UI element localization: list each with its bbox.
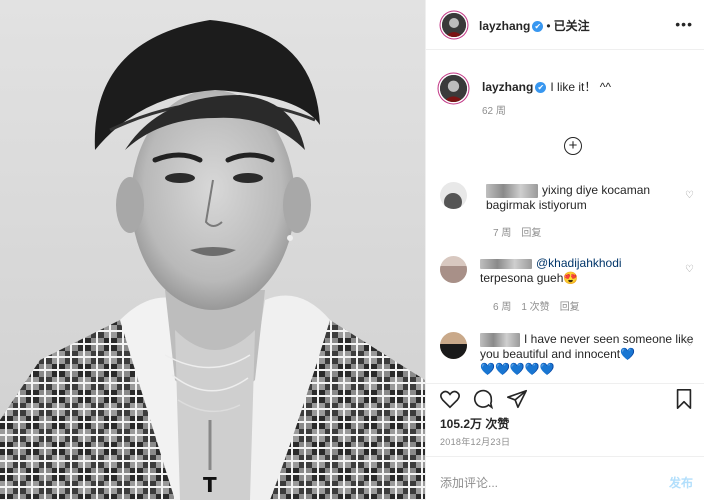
comment-text: I have never seen someone like you beaut… — [480, 332, 694, 376]
avatar-icon[interactable] — [442, 13, 466, 37]
more-options-icon[interactable]: ••• — [675, 16, 693, 32]
comment-icon[interactable] — [472, 388, 494, 410]
comment-text: yixing diye kocaman bagirmak istiyorum — [486, 183, 651, 212]
post-panel: layzhang ✔ • 已关注 ••• layzhang ✔ I like it！ ^^… — [425, 0, 704, 500]
caption-verified-icon: ✔ — [535, 82, 547, 94]
comment-like-heart-icon[interactable]: ♡ — [685, 338, 694, 349]
comment-text: @khadijahkhodi terpesona gueh😍 — [480, 256, 622, 285]
load-more-comments-button[interactable]: + — [564, 137, 582, 155]
blurred-username — [480, 332, 520, 347]
caption-time[interactable]: 62 周 — [482, 102, 506, 117]
add-comment-bar: 添加评论... 发布 — [426, 456, 704, 500]
comment-time[interactable]: 6 周 — [493, 302, 511, 313]
comment-likes[interactable]: 1 次赞 — [521, 302, 549, 313]
reply-button[interactable]: 回复 — [560, 302, 580, 313]
comment-like-heart-icon[interactable]: ♡ — [685, 190, 694, 201]
reply-button[interactable]: 回复 — [521, 228, 541, 239]
bookmark-icon[interactable] — [673, 388, 695, 410]
comment-avatar-icon[interactable] — [440, 256, 467, 283]
svg-text:T: T — [203, 473, 217, 497]
verified-icon: ✔ — [532, 21, 544, 33]
comment-avatar-icon[interactable] — [440, 332, 467, 359]
blurred-username — [480, 258, 532, 269]
post-comment-button[interactable]: 发布 — [669, 474, 693, 491]
post-header: layzhang ✔ • 已关注 ••• — [426, 0, 704, 50]
action-bar — [426, 383, 704, 413]
caption-username[interactable]: layzhang — [482, 80, 533, 94]
like-count[interactable]: 105.2万 次赞 — [440, 415, 509, 432]
header-username[interactable]: layzhang — [479, 19, 530, 33]
comment-meta: 6 周 1 次赞 回复 — [493, 298, 590, 313]
caption-text: I like it！ ^^ — [550, 80, 611, 94]
comment-like-heart-icon[interactable]: ♡ — [685, 264, 694, 275]
comment-avatar-icon[interactable] — [440, 182, 467, 209]
heart-icon[interactable] — [439, 388, 461, 410]
comment-input[interactable]: 添加评论... — [440, 474, 498, 491]
portrait-image: T — [0, 0, 425, 500]
comment-time[interactable]: 7 周 — [493, 228, 511, 239]
post-photo[interactable]: T — [0, 0, 425, 500]
mention-link[interactable]: @khadijahkhodi — [536, 256, 622, 270]
separator: • — [546, 19, 551, 33]
share-icon[interactable] — [506, 388, 528, 410]
post-date[interactable]: 2018年12月23日 — [440, 435, 510, 448]
comment-meta: 7 周回复 — [493, 224, 551, 239]
caption-avatar-icon[interactable] — [440, 75, 467, 102]
follow-status-button[interactable]: 已关注 — [554, 19, 590, 33]
blurred-username — [486, 183, 538, 198]
